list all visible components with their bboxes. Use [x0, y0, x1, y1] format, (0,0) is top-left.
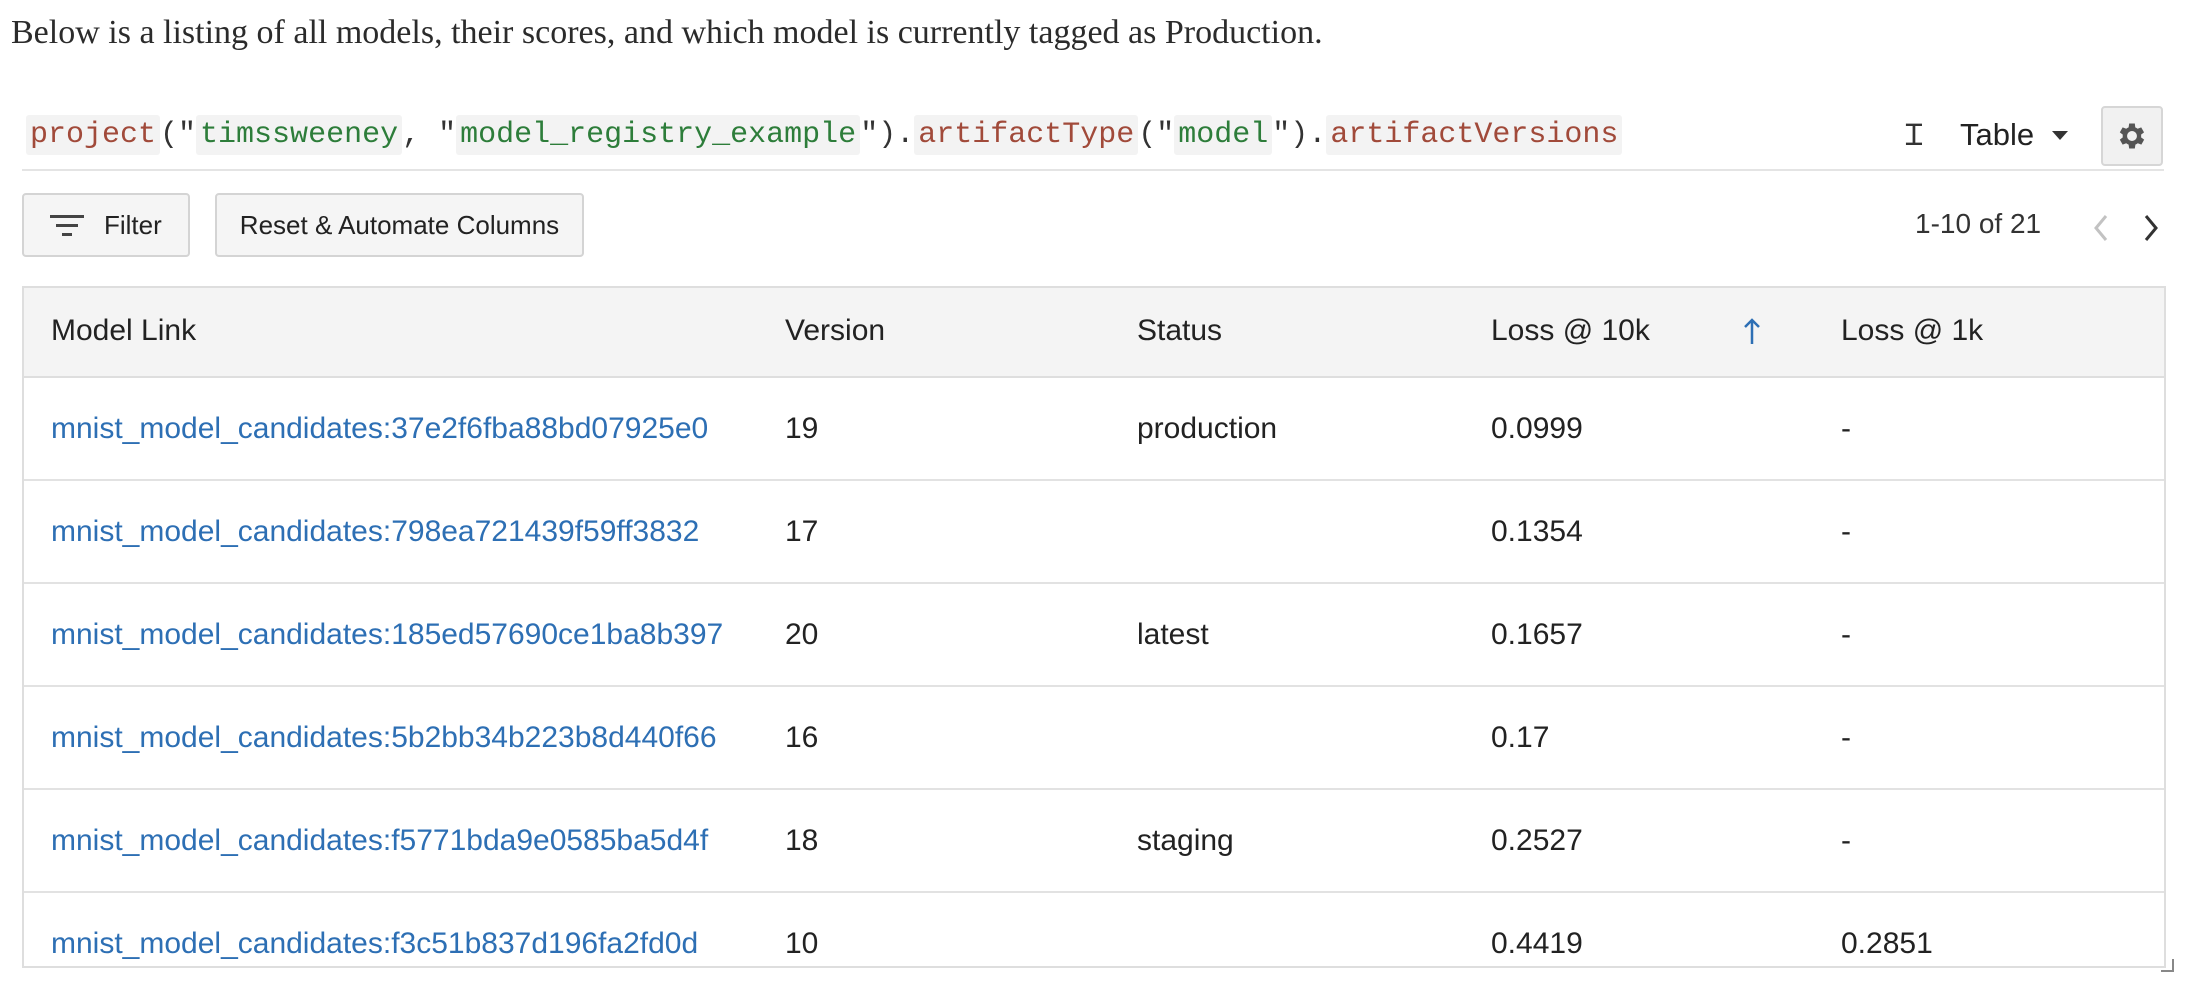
table-row: mnist_model_candidates:f3c51b837d196fa2f…	[24, 893, 2164, 966]
expr-close-quote: ")	[860, 118, 897, 152]
version-cell: 18	[785, 824, 819, 857]
header-model-link[interactable]: Model Link	[51, 314, 196, 348]
header-loss-1k[interactable]: Loss @ 1k	[1841, 314, 1983, 348]
intro-paragraph: Below is a listing of all models, their …	[11, 14, 1323, 51]
version-cell: 16	[785, 721, 819, 754]
expr-open-quote-2: ("	[1138, 118, 1175, 152]
view-type-label: Table	[1960, 117, 2035, 152]
loss-1k-cell: -	[1841, 412, 1851, 445]
loss-1k-cell: -	[1841, 824, 1851, 857]
header-loss-10k[interactable]: Loss @ 10k	[1491, 314, 1650, 348]
filter-lines-icon	[50, 215, 84, 236]
table-row: mnist_model_candidates:5b2bb34b223b8d440…	[24, 687, 2164, 790]
status-cell: staging	[1137, 824, 1234, 857]
header-status[interactable]: Status	[1137, 314, 1222, 348]
model-link[interactable]: mnist_model_candidates:185ed57690ce1ba8b…	[51, 618, 723, 652]
loss-10k-cell: 0.4419	[1491, 927, 1583, 960]
table-row: mnist_model_candidates:f5771bda9e0585ba5…	[24, 790, 2164, 893]
pagination-range: 1-10 of 21	[1915, 208, 2042, 239]
expr-close-quote-2: ")	[1272, 118, 1309, 152]
filter-button[interactable]: Filter	[22, 193, 190, 257]
expr-arg-project[interactable]: model_registry_example	[456, 115, 861, 155]
version-cell: 20	[785, 618, 819, 651]
expr-open-quote: ("	[160, 118, 197, 152]
table-row: mnist_model_candidates:798ea721439f59ff3…	[24, 481, 2164, 584]
expr-fn-artifact-type[interactable]: artifactType	[914, 115, 1139, 155]
loss-1k-cell: 0.2851	[1841, 927, 1933, 960]
loss-10k-cell: 0.1354	[1491, 515, 1583, 548]
version-cell: 19	[785, 412, 819, 445]
model-link[interactable]: mnist_model_candidates:798ea721439f59ff3…	[51, 515, 699, 549]
expr-dot-2: .	[1308, 118, 1327, 152]
model-link[interactable]: mnist_model_candidates:f3c51b837d196fa2f…	[51, 927, 698, 961]
gear-icon	[2119, 123, 2145, 149]
loss-1k-cell: -	[1841, 515, 1851, 548]
table-row: mnist_model_candidates:37e2f6fba88bd0792…	[24, 378, 2164, 481]
expr-arg-entity[interactable]: timssweeney	[196, 115, 403, 155]
version-cell: 10	[785, 927, 819, 960]
resize-handle-icon[interactable]	[2160, 958, 2174, 972]
table-row: mnist_model_candidates:185ed57690ce1ba8b…	[24, 584, 2164, 687]
reset-label: Reset & Automate Columns	[239, 209, 560, 240]
header-version[interactable]: Version	[785, 314, 885, 348]
chevron-left-icon[interactable]	[2088, 212, 2114, 244]
model-link[interactable]: mnist_model_candidates:f5771bda9e0585ba5…	[51, 824, 708, 858]
arrow-up-icon[interactable]	[1742, 316, 1762, 346]
chevron-down-icon	[2052, 130, 2069, 140]
expr-dot: .	[896, 118, 915, 152]
status-cell: latest	[1137, 618, 1209, 651]
view-type-dropdown[interactable]: Table	[1960, 110, 2069, 160]
filter-label: Filter	[104, 209, 162, 240]
model-link[interactable]: mnist_model_candidates:5b2bb34b223b8d440…	[51, 721, 717, 755]
text-cursor-icon[interactable]: Ɪ	[1903, 118, 1925, 154]
status-cell: production	[1137, 412, 1278, 445]
loss-10k-cell: 0.17	[1491, 721, 1550, 754]
chevron-right-icon[interactable]	[2138, 212, 2164, 244]
loss-10k-cell: 0.2527	[1491, 824, 1583, 857]
table-header-row: Model Link Version Status Loss @ 10k Los…	[24, 288, 2164, 378]
query-expression[interactable]: project (" timssweeney, " model_registry_ex…	[26, 115, 1623, 155]
expr-fn-artifact-versions[interactable]: artifactVersions	[1326, 115, 1623, 155]
query-expression-bar[interactable]: project (" timssweeney, " model_registry_ex…	[22, 105, 2164, 171]
models-table: Model Link Version Status Loss @ 10k Los…	[22, 286, 2166, 968]
model-link[interactable]: mnist_model_candidates:37e2f6fba88bd0792…	[51, 412, 708, 446]
loss-1k-cell: -	[1841, 618, 1851, 651]
loss-10k-cell: 0.1657	[1491, 618, 1583, 651]
loss-1k-cell: -	[1841, 721, 1851, 754]
settings-button[interactable]	[2101, 106, 2163, 166]
expr-arg-type[interactable]: model	[1174, 115, 1273, 155]
version-cell: 17	[785, 515, 819, 548]
expr-separator: , "	[402, 118, 457, 152]
expr-fn-project[interactable]: project	[26, 115, 161, 155]
loss-10k-cell: 0.0999	[1491, 412, 1583, 445]
reset-automate-columns-button[interactable]: Reset & Automate Columns	[215, 193, 584, 257]
